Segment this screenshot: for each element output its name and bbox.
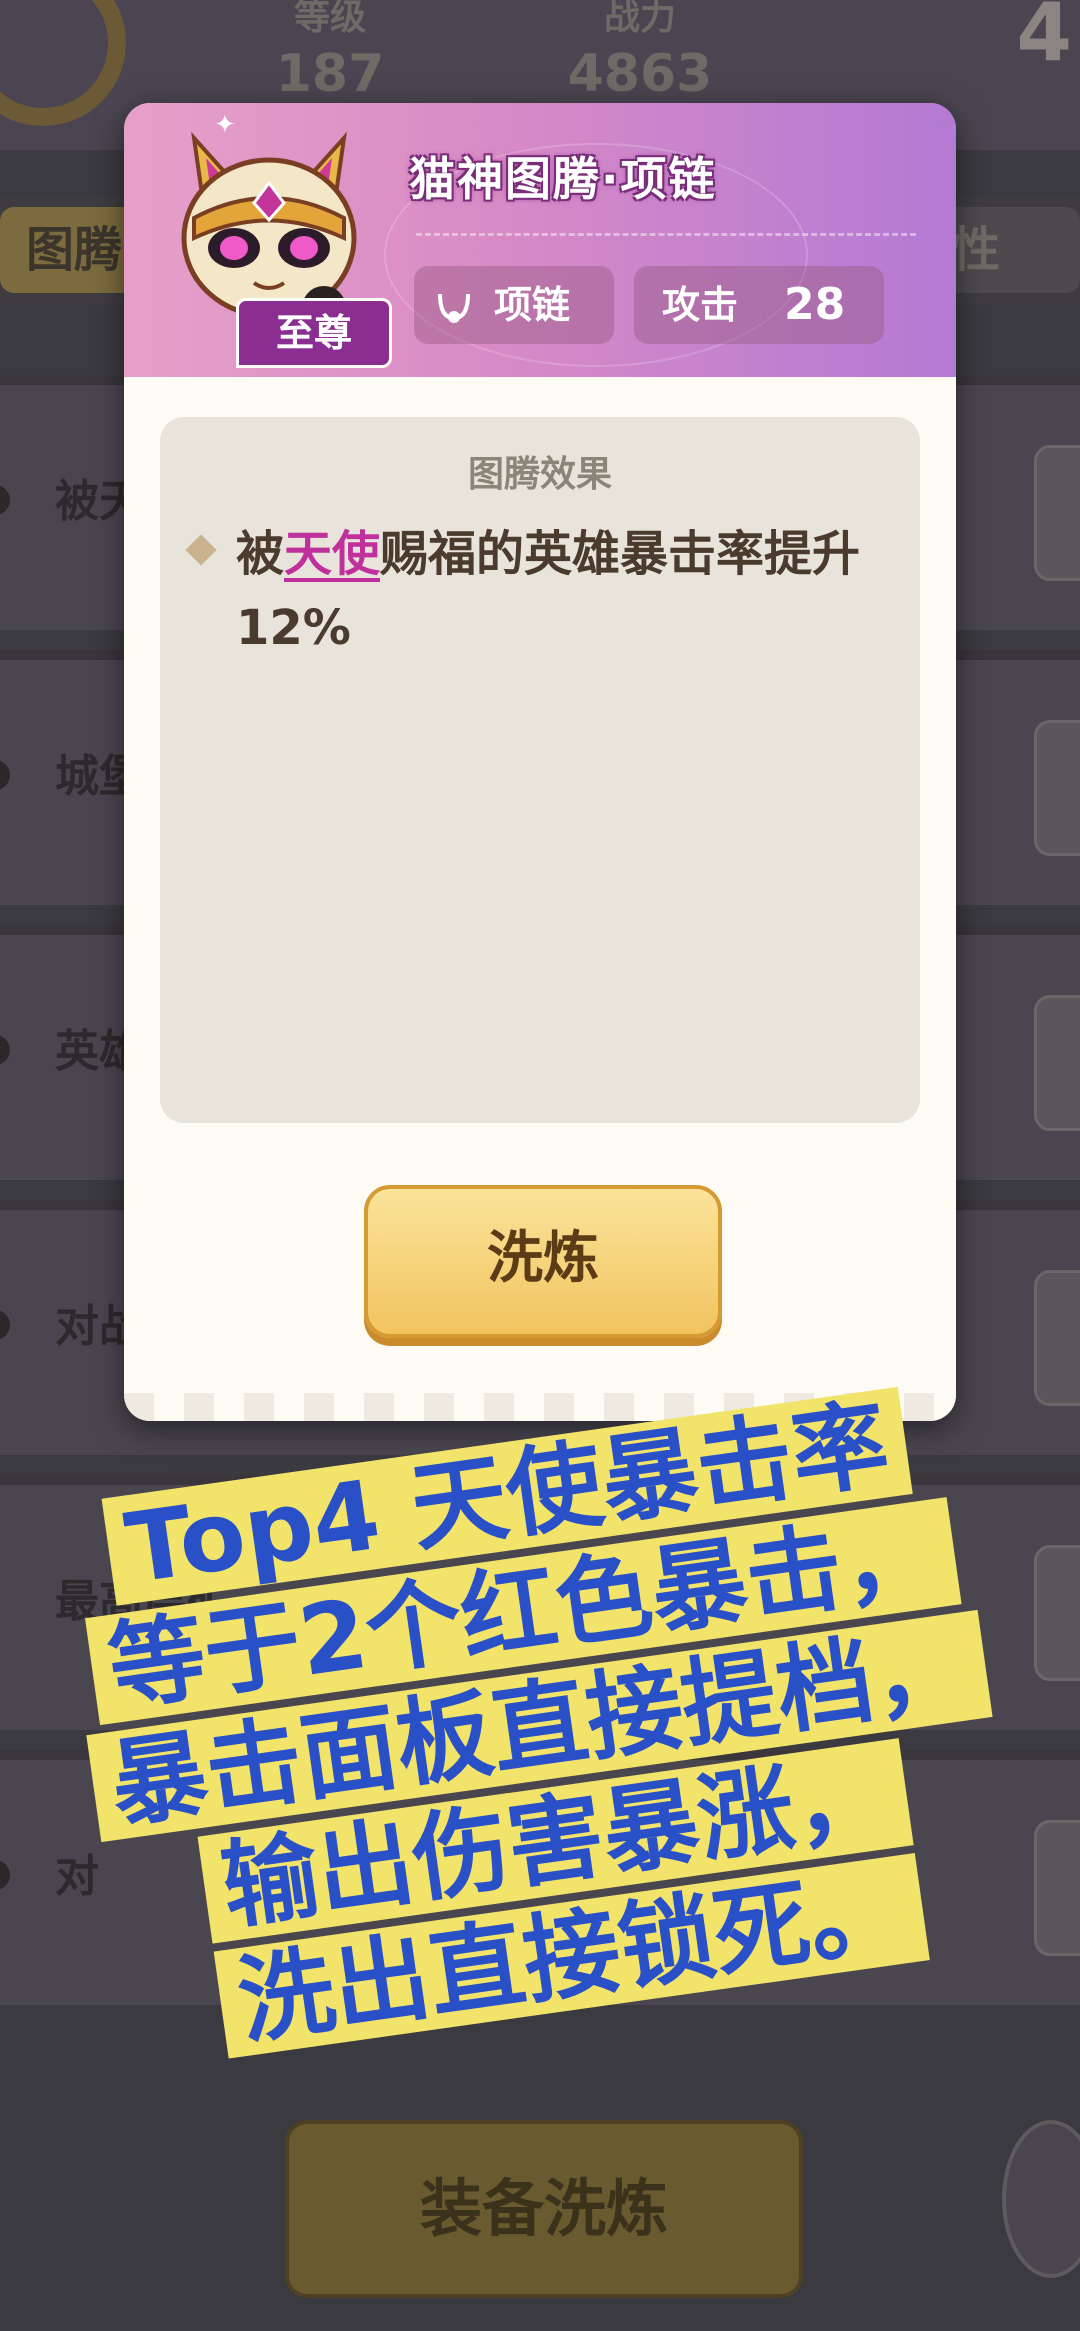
totem-detail-popup: ✦ 至尊 猫神图腾·项链 项链 攻击 28 图腾效果 被天使赐福的英雄暴击率提升… xyxy=(124,103,956,1421)
background-logo xyxy=(0,0,126,126)
attack-value: 28 xyxy=(784,279,846,330)
corner-number: 4 xyxy=(1016,0,1072,79)
title-divider xyxy=(416,233,916,236)
row-button[interactable] xyxy=(1034,995,1080,1131)
attack-pill: 攻击 28 xyxy=(634,266,884,344)
refine-button[interactable]: 洗炼 xyxy=(364,1185,722,1338)
row-dot xyxy=(0,1860,10,1890)
level-stat: 等级 187 xyxy=(275,0,385,104)
rank-badge: 至尊 xyxy=(236,298,392,368)
effect-highlight-link[interactable]: 天使 xyxy=(284,526,380,582)
row-button[interactable] xyxy=(1034,720,1080,856)
item-type-pill: 项链 xyxy=(414,266,614,344)
row-dot xyxy=(0,760,10,790)
side-round-button[interactable] xyxy=(1002,2120,1080,2278)
equipment-refine-button[interactable]: 装备洗炼 xyxy=(285,2120,803,2298)
item-title: 猫神图腾·项链 xyxy=(409,152,717,206)
row-dot xyxy=(0,1035,10,1065)
popup-header: ✦ 至尊 猫神图腾·项链 项链 攻击 28 xyxy=(124,103,956,377)
row-button[interactable] xyxy=(1034,1545,1080,1681)
diamond-bullet-icon xyxy=(185,534,217,566)
row-button[interactable] xyxy=(1034,1820,1080,1956)
necklace-icon xyxy=(438,293,470,323)
totem-effect-panel: 图腾效果 被天使赐福的英雄暴击率提升12% xyxy=(160,417,920,1123)
row-button[interactable] xyxy=(1034,445,1080,581)
svg-text:✦: ✦ xyxy=(214,110,236,140)
row-dot xyxy=(0,485,10,515)
effect-title: 图腾效果 xyxy=(467,454,612,495)
row-dot xyxy=(0,1310,10,1340)
row-button[interactable] xyxy=(1034,1270,1080,1406)
effect-description: 被天使赐福的英雄暴击率提升12% xyxy=(236,526,861,656)
power-stat: 战力 4863 xyxy=(567,0,713,104)
